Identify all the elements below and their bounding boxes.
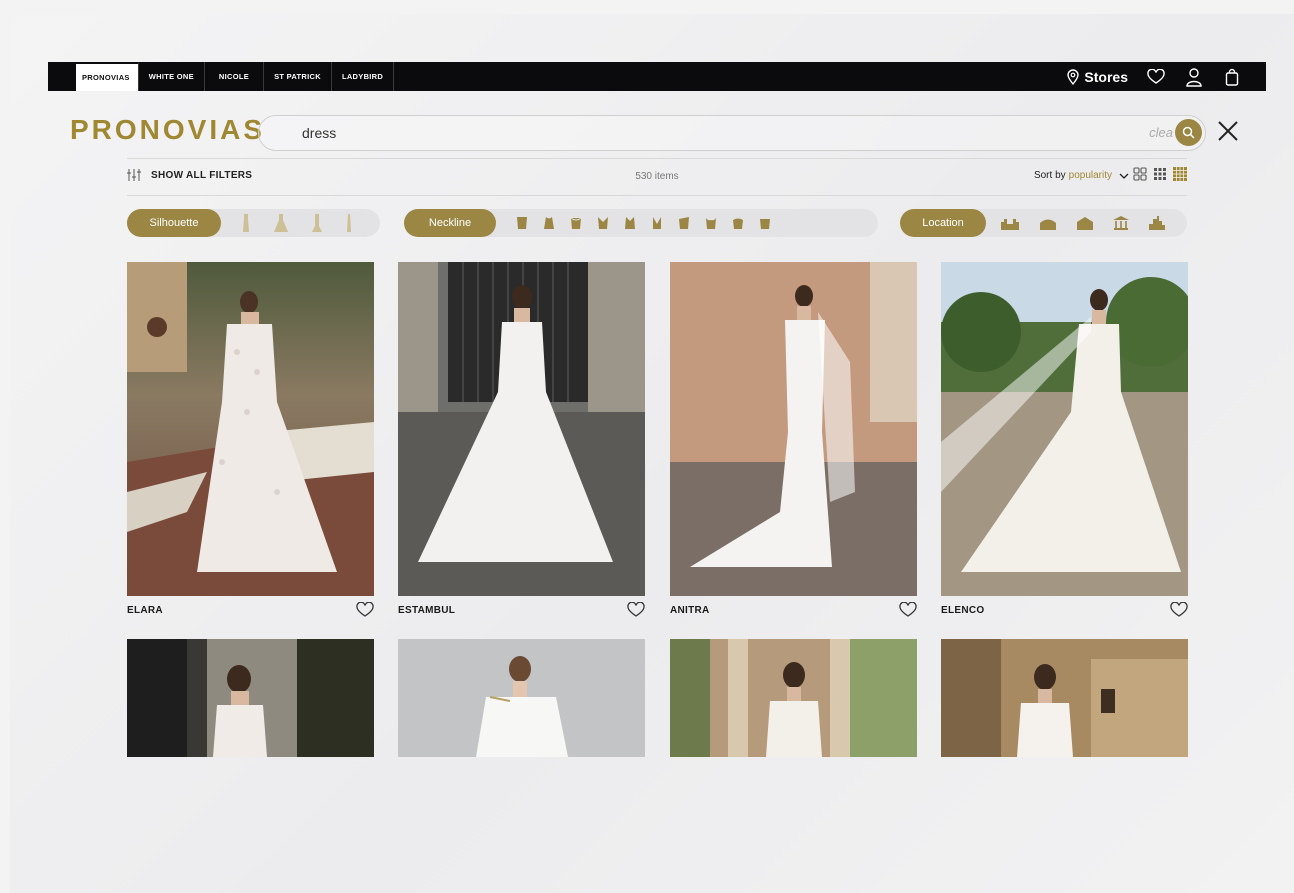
neckline-icon-5[interactable] xyxy=(624,216,636,230)
location-options xyxy=(1000,215,1166,231)
product-name[interactable]: ANITRA xyxy=(670,605,710,616)
stores-link[interactable]: Stores xyxy=(1066,69,1128,85)
grid-view-switcher xyxy=(1133,167,1187,181)
neckline-options xyxy=(516,216,771,230)
neckline-icon-6[interactable] xyxy=(651,216,663,230)
brand-tab-nicole[interactable]: NICOLE xyxy=(205,62,265,91)
wishlist-heart-icon[interactable] xyxy=(356,602,374,618)
product-name[interactable]: ELENCO xyxy=(941,605,984,616)
wishlist-heart-icon[interactable] xyxy=(899,602,917,618)
grid-2x2-icon[interactable] xyxy=(1133,167,1147,181)
ballgown-dress-icon[interactable] xyxy=(273,213,289,233)
chevron-down-icon xyxy=(1119,173,1129,179)
brand-tab-st-patrick[interactable]: ST PATRICK xyxy=(264,62,332,91)
product-image[interactable] xyxy=(398,639,645,757)
product-image[interactable] xyxy=(127,639,374,757)
brand-tab-ladybird[interactable]: LADYBIRD xyxy=(332,62,395,91)
wishlist-heart-icon[interactable] xyxy=(1144,65,1168,89)
silhouette-options xyxy=(241,213,353,233)
temple-icon[interactable] xyxy=(1112,215,1130,231)
product-image[interactable] xyxy=(398,262,645,596)
grid-3x3-icon[interactable] xyxy=(1153,167,1167,181)
neckline-icon-3[interactable] xyxy=(570,216,582,230)
pronovias-logo[interactable]: PRONOVIAS xyxy=(70,114,265,146)
top-actions: Stores xyxy=(1066,62,1266,91)
city-icon[interactable] xyxy=(1148,215,1166,231)
neckline-icon-2[interactable] xyxy=(543,216,555,230)
castle-icon[interactable] xyxy=(1000,215,1020,231)
product-name[interactable]: ESTAMBUL xyxy=(398,605,455,616)
sort-prefix: Sort by xyxy=(1033,170,1066,181)
column-dress-icon[interactable] xyxy=(241,213,251,233)
palace-icon[interactable] xyxy=(1038,215,1058,231)
search-value: dress xyxy=(302,125,337,141)
neckline-icon-10[interactable] xyxy=(759,216,771,230)
neckline-icon-7[interactable] xyxy=(678,216,690,230)
location-filter-group: Location xyxy=(900,209,1187,237)
sort-value: popularity xyxy=(1068,170,1112,181)
product-name[interactable]: ELARA xyxy=(127,605,163,616)
items-count: 530 items xyxy=(635,171,679,182)
neckline-icon-4[interactable] xyxy=(597,216,609,230)
product-image[interactable] xyxy=(941,639,1188,757)
account-user-icon[interactable] xyxy=(1182,65,1206,89)
close-search-icon[interactable] xyxy=(1214,117,1242,145)
clear-search-link[interactable]: clea xyxy=(1149,125,1173,140)
sort-dropdown[interactable]: Sort by popularity xyxy=(1034,170,1129,181)
product-image[interactable] xyxy=(127,262,374,596)
wishlist-heart-icon[interactable] xyxy=(1170,602,1188,618)
stores-label: Stores xyxy=(1084,68,1128,85)
search-icon xyxy=(1182,126,1195,139)
search-button[interactable] xyxy=(1175,119,1202,146)
neckline-icon-1[interactable] xyxy=(516,216,528,230)
silhouette-filter-group: Silhouette xyxy=(127,209,380,237)
sheath-dress-icon[interactable] xyxy=(345,213,353,233)
neckline-filter-group: Neckline xyxy=(404,209,878,237)
results-toolbar: SHOW ALL FILTERS 530 items Sort by popul… xyxy=(127,158,1187,196)
location-pin-icon xyxy=(1067,68,1080,85)
shopping-bag-icon[interactable] xyxy=(1220,65,1244,89)
search-input[interactable]: dress clea xyxy=(258,115,1206,151)
wishlist-heart-icon[interactable] xyxy=(627,602,645,618)
brand-tabs: PRONOVIAS WHITE ONE NICOLE ST PATRICK LA… xyxy=(48,62,395,91)
neckline-icon-8[interactable] xyxy=(705,216,717,230)
product-image[interactable] xyxy=(670,262,917,596)
mermaid-dress-icon[interactable] xyxy=(311,213,323,233)
brand-tab-white-one[interactable]: WHITE ONE xyxy=(139,62,205,91)
product-image[interactable] xyxy=(670,639,917,757)
neckline-icon-9[interactable] xyxy=(732,216,744,230)
mansion-icon[interactable] xyxy=(1076,215,1094,231)
neckline-chip[interactable]: Neckline xyxy=(404,209,496,237)
grid-4x4-icon[interactable] xyxy=(1173,167,1187,181)
silhouette-chip[interactable]: Silhouette xyxy=(127,209,221,237)
location-chip[interactable]: Location xyxy=(900,209,986,237)
brand-navbar: PRONOVIAS WHITE ONE NICOLE ST PATRICK LA… xyxy=(48,62,1266,91)
product-image[interactable] xyxy=(941,262,1188,596)
brand-tab-pronovias[interactable]: PRONOVIAS xyxy=(48,62,139,91)
